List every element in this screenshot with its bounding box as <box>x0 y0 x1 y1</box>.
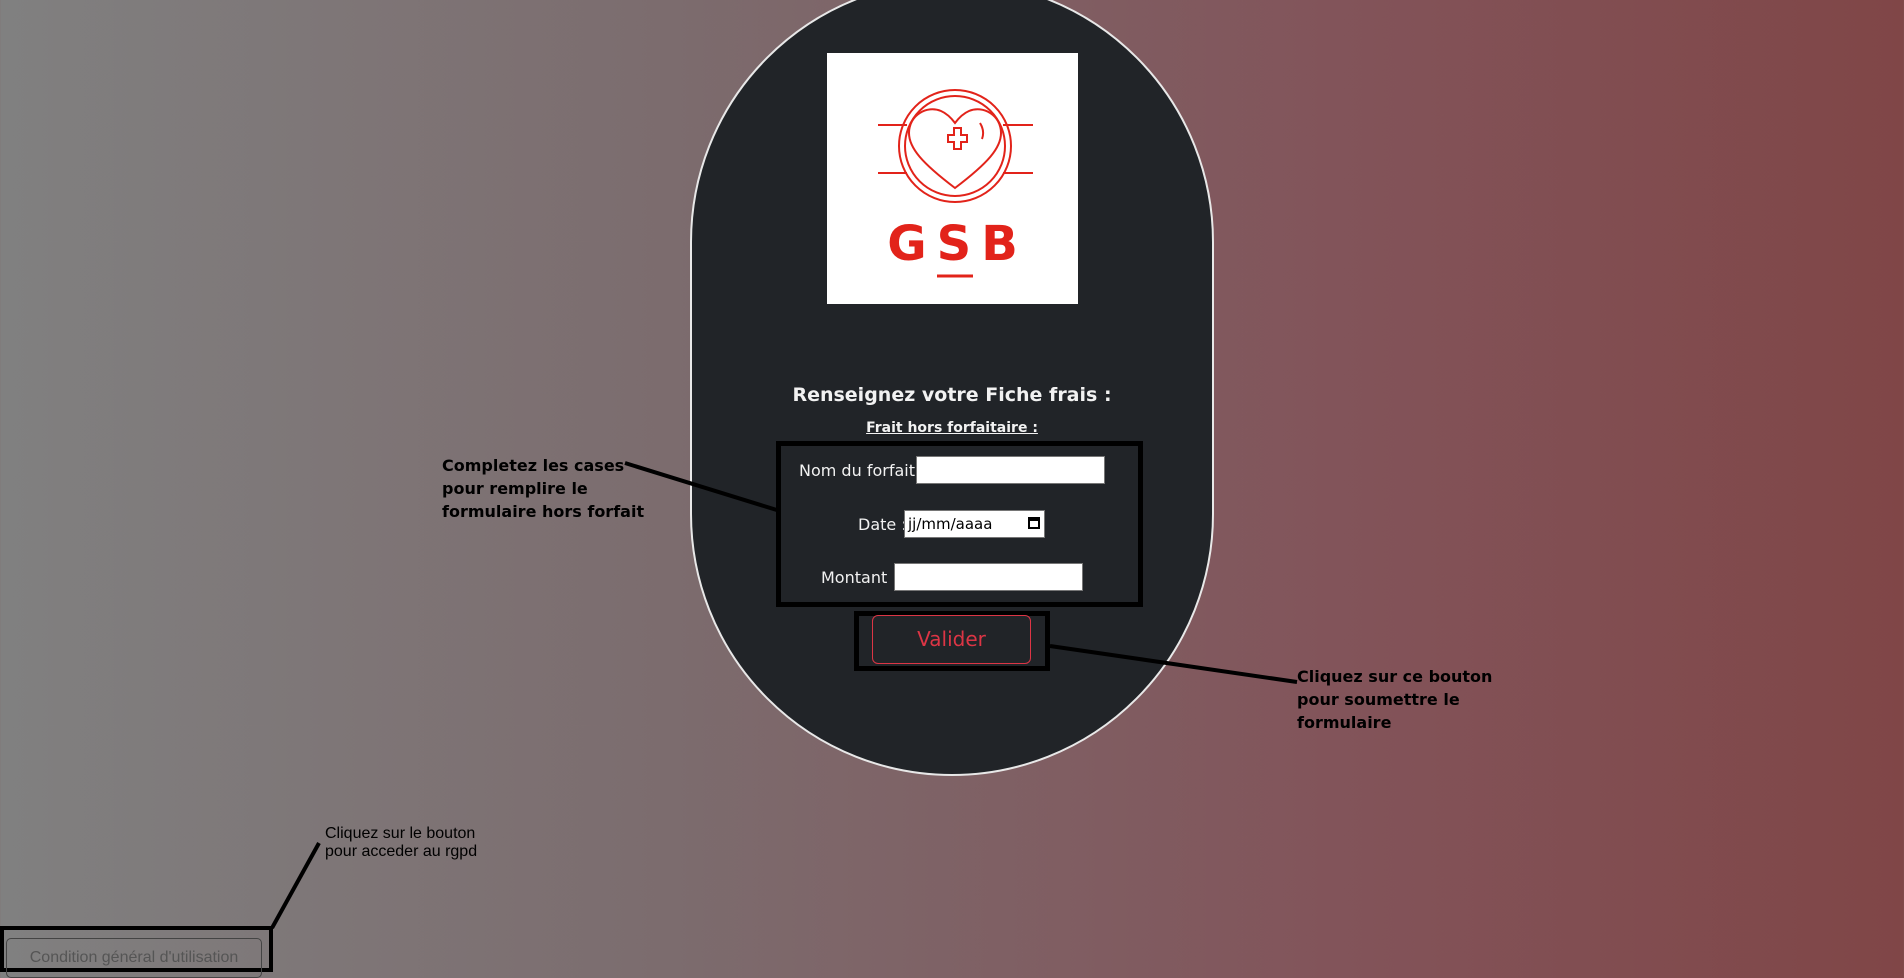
cgu-button[interactable]: Condition général d'utilisation <box>6 938 262 978</box>
arrow-line-form <box>624 461 781 513</box>
arrow-line-rgpd <box>270 842 321 929</box>
annotation-arrows <box>270 461 1298 929</box>
arrow-line-submit <box>1049 644 1298 684</box>
